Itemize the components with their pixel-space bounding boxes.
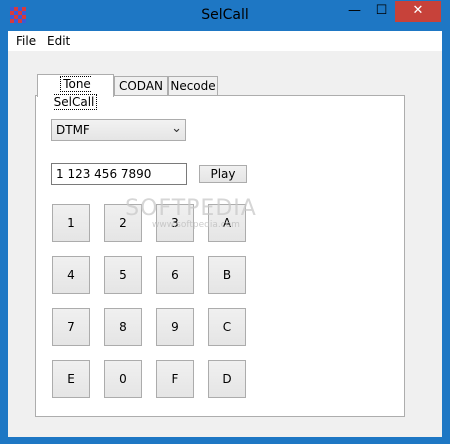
- menu-bar: File Edit: [8, 31, 442, 51]
- key-b[interactable]: B: [208, 256, 246, 294]
- minimize-button[interactable]: —: [341, 1, 368, 22]
- key-a[interactable]: A: [208, 204, 246, 242]
- mode-select-value: DTMF: [56, 123, 90, 137]
- number-input[interactable]: 1 123 456 7890: [51, 163, 187, 185]
- selcall-window: SelCall — ☐ ✕ File Edit Tone SelCall COD…: [0, 0, 450, 444]
- client-area: File Edit Tone SelCall CODAN Necode DTMF…: [8, 31, 442, 437]
- key-3[interactable]: 3: [156, 204, 194, 242]
- key-4[interactable]: 4: [52, 256, 90, 294]
- number-input-value: 1 123 456 7890: [56, 167, 152, 181]
- tab-necode[interactable]: Necode: [168, 76, 218, 96]
- key-5[interactable]: 5: [104, 256, 142, 294]
- tab-codan[interactable]: CODAN: [114, 76, 168, 96]
- close-button[interactable]: ✕: [395, 1, 441, 22]
- play-button[interactable]: Play: [199, 165, 247, 183]
- tone-selcall-panel: DTMF ⌄ 1 123 456 7890 Play 1 2 3 A 4 5 6…: [35, 95, 405, 417]
- key-f[interactable]: F: [156, 360, 194, 398]
- menu-edit[interactable]: Edit: [47, 34, 70, 48]
- maximize-button[interactable]: ☐: [368, 1, 395, 22]
- mode-select[interactable]: DTMF ⌄: [51, 119, 186, 141]
- key-d[interactable]: D: [208, 360, 246, 398]
- key-c[interactable]: C: [208, 308, 246, 346]
- key-2[interactable]: 2: [104, 204, 142, 242]
- key-8[interactable]: 8: [104, 308, 142, 346]
- key-6[interactable]: 6: [156, 256, 194, 294]
- tab-tone-selcall[interactable]: Tone SelCall: [37, 74, 114, 110]
- menu-file[interactable]: File: [16, 34, 36, 48]
- key-7[interactable]: 7: [52, 308, 90, 346]
- key-9[interactable]: 9: [156, 308, 194, 346]
- title-bar[interactable]: SelCall — ☐ ✕: [1, 1, 449, 31]
- chevron-down-icon: ⌄: [171, 121, 182, 136]
- key-e[interactable]: E: [52, 360, 90, 398]
- key-1[interactable]: 1: [52, 204, 90, 242]
- key-0[interactable]: 0: [104, 360, 142, 398]
- tab-label: Tone SelCall: [53, 76, 98, 110]
